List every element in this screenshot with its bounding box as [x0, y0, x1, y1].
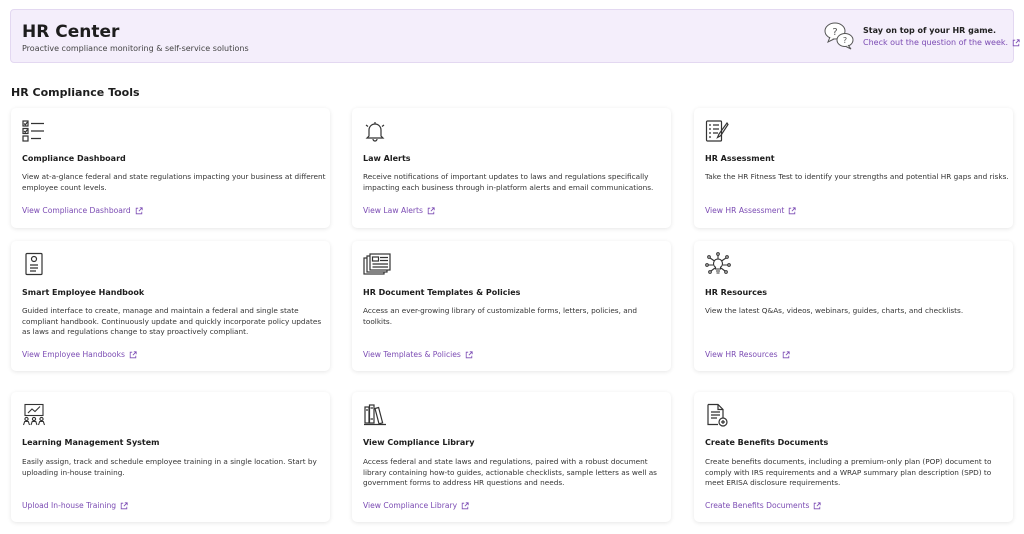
card-description: Easily assign, track and schedule employ…: [22, 457, 317, 477]
card-smart-employee-handbook: Smart Employee Handbook Guided interface…: [11, 241, 330, 371]
checklist-icon: [22, 120, 44, 142]
external-link-icon: [129, 351, 137, 359]
card-description: Guided interface to create, manage and m…: [22, 306, 322, 336]
card-description: Receive notifications of important updat…: [363, 172, 654, 192]
card-title: Law Alerts: [363, 154, 411, 163]
link-label: View HR Assessment: [705, 206, 785, 215]
view-templates-policies-link[interactable]: View Templates & Policies: [363, 350, 473, 359]
section-title: HR Compliance Tools: [11, 86, 140, 99]
card-title: HR Resources: [705, 288, 768, 297]
bell-icon: [365, 122, 385, 142]
external-link-icon: [461, 502, 469, 510]
view-compliance-library-link[interactable]: View Compliance Library: [363, 501, 469, 510]
assessment-icon: [705, 120, 729, 142]
external-link-icon: [465, 351, 473, 359]
card-title: View Compliance Library: [363, 438, 475, 447]
card-title: Learning Management System: [22, 438, 160, 447]
hr-center-header: HR Center Proactive compliance monitorin…: [10, 9, 1014, 63]
card-description: Access federal and state laws and regula…: [363, 457, 657, 487]
card-title: Create Benefits Documents: [705, 438, 829, 447]
card-hr-assessment: HR Assessment Take the HR Fitness Test t…: [694, 108, 1013, 228]
page-title: HR Center: [22, 22, 120, 42]
svg-text:?: ?: [832, 27, 837, 38]
card-description: Take the HR Fitness Test to identify you…: [705, 172, 1009, 181]
view-hr-assessment-link[interactable]: View HR Assessment: [705, 206, 796, 215]
card-law-alerts: Law Alerts Receive notifications of impo…: [352, 108, 671, 228]
promo-heading: Stay on top of your HR game.: [863, 26, 997, 35]
link-label: View Law Alerts: [363, 206, 423, 215]
view-compliance-dashboard-link[interactable]: View Compliance Dashboard: [22, 206, 143, 215]
external-link-icon: [120, 502, 128, 510]
document-plus-icon: [707, 403, 728, 427]
card-description: View at-a-glance federal and state regul…: [22, 172, 326, 192]
card-description: View the latest Q&As, videos, webinars, …: [705, 306, 964, 315]
external-link-icon: [788, 207, 796, 215]
chat-question-icon: ? ?: [824, 22, 854, 50]
external-link-icon: [135, 207, 143, 215]
link-label: View Templates & Policies: [363, 350, 461, 359]
card-title: HR Assessment: [705, 154, 775, 163]
upload-inhouse-training-link[interactable]: Upload In-house Training: [22, 501, 128, 510]
card-description: Create benefits documents, including a p…: [705, 457, 992, 487]
page-subtitle: Proactive compliance monitoring & self-s…: [22, 44, 249, 53]
link-label: Upload In-house Training: [22, 501, 117, 510]
training-icon: [22, 403, 46, 426]
view-law-alerts-link[interactable]: View Law Alerts: [363, 206, 435, 215]
card-title: Smart Employee Handbook: [22, 288, 145, 297]
link-label: View HR Resources: [705, 350, 778, 359]
view-hr-resources-link[interactable]: View HR Resources: [705, 350, 790, 359]
view-employee-handbooks-link[interactable]: View Employee Handbooks: [22, 350, 137, 359]
network-bulb-icon: [705, 252, 731, 274]
external-link-icon: [427, 207, 435, 215]
card-hr-document-templates: HR Document Templates & Policies Access …: [352, 241, 671, 371]
create-benefits-documents-link[interactable]: Create Benefits Documents: [705, 501, 821, 510]
external-link-icon: [813, 502, 821, 510]
templates-icon: [363, 253, 391, 275]
external-link-icon: [782, 351, 790, 359]
card-learning-management-system: Learning Management System Easily assign…: [11, 392, 330, 522]
question-of-week-label: Check out the question of the week.: [863, 38, 1009, 47]
library-icon: [364, 404, 386, 426]
card-create-benefits-documents: Create Benefits Documents Create benefit…: [694, 392, 1013, 522]
card-description: Access an ever-growing library of custom…: [363, 306, 637, 326]
link-label: View Employee Handbooks: [22, 350, 125, 359]
card-hr-resources: HR Resources View the latest Q&As, video…: [694, 241, 1013, 371]
card-compliance-dashboard: Compliance Dashboard View at-a-glance fe…: [11, 108, 330, 228]
external-link-icon: [1012, 39, 1020, 47]
card-title: HR Document Templates & Policies: [363, 288, 521, 297]
link-label: View Compliance Dashboard: [22, 206, 131, 215]
link-label: Create Benefits Documents: [705, 501, 810, 510]
svg-text:?: ?: [843, 36, 847, 45]
link-label: View Compliance Library: [363, 501, 458, 510]
card-title: Compliance Dashboard: [22, 154, 126, 163]
handbook-icon: [25, 252, 43, 276]
question-of-week-link[interactable]: Check out the question of the week.: [863, 38, 1020, 47]
card-view-compliance-library: View Compliance Library Access federal a…: [352, 392, 671, 522]
